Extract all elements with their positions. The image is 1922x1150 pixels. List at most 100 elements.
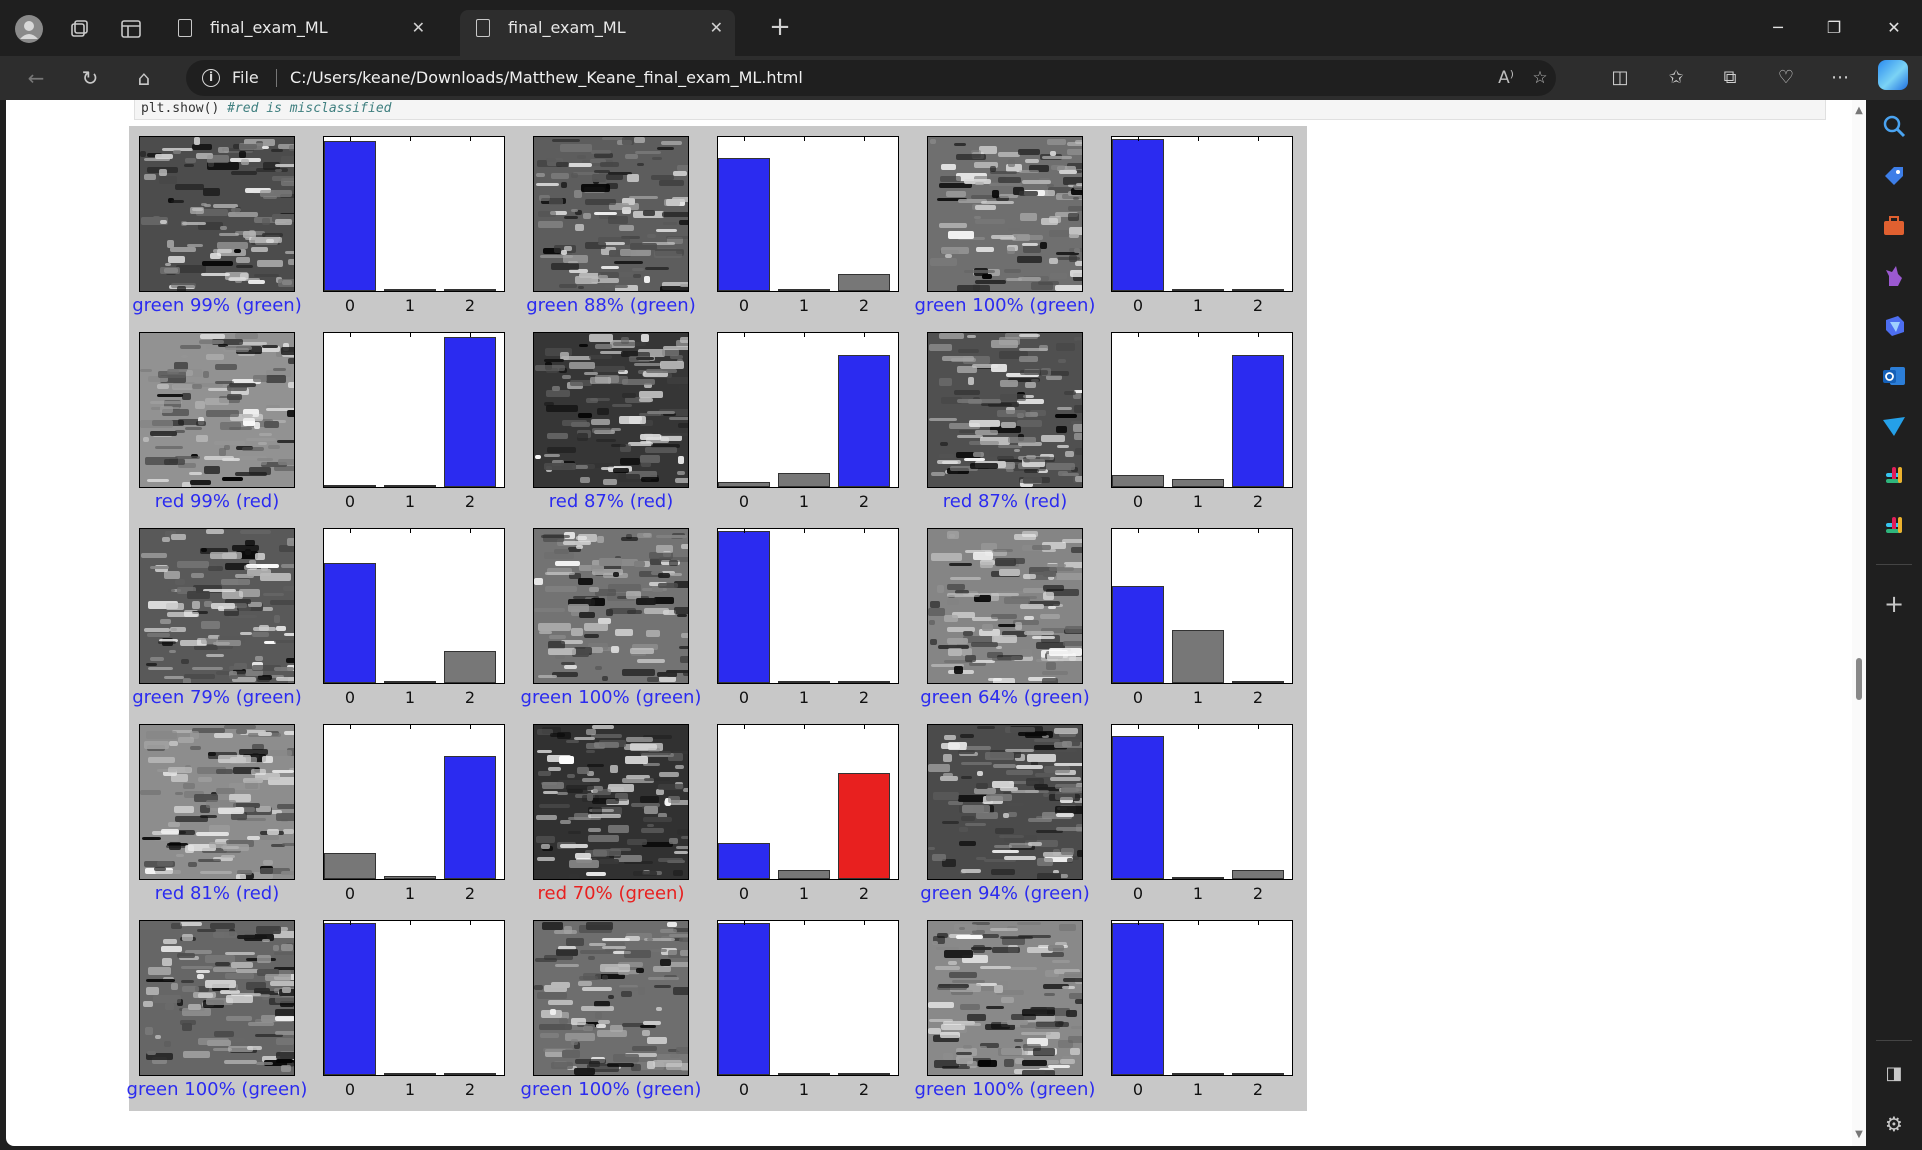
probability-bar-chart [717, 920, 899, 1076]
sample-image [139, 528, 318, 686]
prediction-caption: green 100% (green) [914, 295, 1096, 316]
close-tab-icon[interactable]: ✕ [412, 10, 425, 46]
prediction-caption: green 99% (green) [132, 295, 302, 316]
bar-class-2 [1232, 289, 1284, 291]
shopping-icon[interactable] [1880, 162, 1908, 190]
split-screen-icon[interactable]: ◫ [1604, 62, 1636, 94]
tab-2[interactable]: final_exam_ML ✕ [460, 10, 735, 56]
code-comment: #red is misclassified [227, 101, 392, 116]
add-sidebar-app-icon[interactable]: + [1880, 590, 1908, 618]
prediction-caption: green 64% (green) [920, 687, 1090, 708]
scroll-thumb[interactable] [1856, 658, 1862, 700]
sidebar-divider [1876, 1040, 1912, 1041]
bar-class-2 [838, 773, 890, 879]
probability-bar-chart [717, 724, 899, 880]
scroll-down-icon[interactable]: ▼ [1854, 1130, 1864, 1140]
refresh-icon[interactable]: ↻ [74, 62, 106, 94]
top-tick-2 [864, 725, 865, 729]
prediction-caption: green 100% (green) [520, 687, 702, 708]
home-icon[interactable]: ⌂ [128, 62, 160, 94]
favorite-star-icon[interactable]: ☆ [1526, 64, 1554, 92]
new-tab-button[interactable]: + [764, 12, 796, 44]
back-icon[interactable]: ← [20, 62, 52, 94]
x-tick-label: 2 [858, 492, 870, 511]
edge-sidebar: + ◨ ⚙ [1866, 100, 1922, 1150]
bar-class-1 [1172, 479, 1224, 487]
x-tick-label: 2 [1252, 1080, 1264, 1099]
tools-icon[interactable] [1880, 212, 1908, 240]
x-tick-label: 1 [798, 296, 810, 315]
x-tick-label: 0 [738, 884, 750, 903]
close-window-button[interactable]: ✕ [1866, 10, 1922, 46]
probability-bar-chart [1111, 920, 1293, 1076]
copilot-icon[interactable] [1878, 60, 1908, 90]
x-tick-label: 0 [738, 1080, 750, 1099]
slack-icon[interactable] [1880, 512, 1908, 540]
slack-icon[interactable] [1880, 462, 1908, 490]
x-tick-label: 1 [1192, 884, 1204, 903]
minimize-button[interactable]: ─ [1750, 10, 1806, 46]
x-tick-label: 1 [404, 492, 416, 511]
workspaces-icon[interactable] [64, 14, 94, 44]
collections-icon[interactable]: ⧉ [1714, 62, 1746, 94]
tab-1-title: final_exam_ML [210, 18, 328, 37]
info-icon[interactable]: i [202, 69, 220, 87]
prediction-caption: green 79% (green) [132, 687, 302, 708]
bar-class-0 [1112, 586, 1164, 683]
sample-image [139, 920, 314, 1076]
x-tick-label: 0 [344, 1080, 356, 1099]
probability-bar-chart [717, 528, 899, 684]
more-menu-icon[interactable]: ⋯ [1824, 62, 1856, 94]
favorites-icon[interactable]: ✩ [1660, 62, 1692, 94]
x-tick-label: 2 [1252, 884, 1264, 903]
page-viewport[interactable]: plt.show() #red is misclassified green 9… [6, 100, 1866, 1146]
sample-image [533, 920, 714, 1076]
top-tick-1 [1198, 333, 1199, 337]
bar-class-2 [838, 355, 890, 487]
bar-class-0 [1112, 736, 1164, 879]
x-tick-label: 0 [344, 688, 356, 707]
x-tick-label: 0 [1132, 1080, 1144, 1099]
top-tick-1 [804, 333, 805, 337]
bar-class-2 [1232, 681, 1284, 683]
tab-strip: final_exam_ML ✕ final_exam_ML ✕ + ─ ❐ ✕ [0, 0, 1922, 56]
x-tick-label: 0 [344, 884, 356, 903]
x-tick-label: 2 [1252, 296, 1264, 315]
sample-image [533, 136, 703, 293]
top-tick-0 [744, 137, 745, 141]
read-aloud-icon[interactable]: A⁾ [1492, 64, 1520, 92]
outlook-icon[interactable] [1880, 362, 1908, 390]
microsoft-365-icon[interactable] [1880, 312, 1908, 340]
hide-sidebar-icon[interactable]: ◨ [1880, 1060, 1908, 1088]
sample-image [927, 332, 1107, 488]
profile-icon[interactable] [14, 14, 44, 44]
bar-class-0 [1112, 923, 1164, 1075]
tab-1[interactable]: final_exam_ML ✕ [162, 10, 437, 56]
top-tick-1 [1198, 137, 1199, 141]
search-icon[interactable] [1880, 112, 1908, 140]
address-bar[interactable]: i File C:/Users/keane/Downloads/Matthew_… [186, 60, 1556, 96]
probability-bar-chart [323, 724, 505, 880]
browser-essentials-icon[interactable]: ♡ [1770, 62, 1802, 94]
close-tab-icon[interactable]: ✕ [710, 10, 723, 46]
top-tick-2 [470, 725, 471, 729]
games-icon[interactable] [1880, 262, 1908, 290]
restore-button[interactable]: ❐ [1806, 10, 1862, 46]
tab-actions-icon[interactable] [116, 14, 146, 44]
prediction-caption: red 70% (green) [537, 883, 685, 904]
scroll-up-icon[interactable]: ▲ [1854, 106, 1864, 116]
top-tick-0 [350, 529, 351, 533]
top-tick-2 [470, 529, 471, 533]
bar-class-0 [324, 485, 376, 487]
x-tick-label: 1 [798, 1080, 810, 1099]
address-url[interactable]: C:/Users/keane/Downloads/Matthew_Keane_f… [290, 60, 803, 96]
page-scrollbar[interactable]: ▲ ▼ [1852, 100, 1866, 1146]
bar-class-0 [1112, 139, 1164, 291]
send-icon[interactable] [1880, 412, 1908, 440]
settings-gear-icon[interactable]: ⚙ [1880, 1110, 1908, 1138]
x-tick-label: 2 [464, 492, 476, 511]
toolbar: ← ↻ ⌂ i File C:/Users/keane/Downloads/Ma… [0, 56, 1922, 100]
prediction-caption: red 99% (red) [154, 491, 280, 512]
bar-class-2 [444, 651, 496, 683]
top-tick-0 [1138, 529, 1139, 533]
